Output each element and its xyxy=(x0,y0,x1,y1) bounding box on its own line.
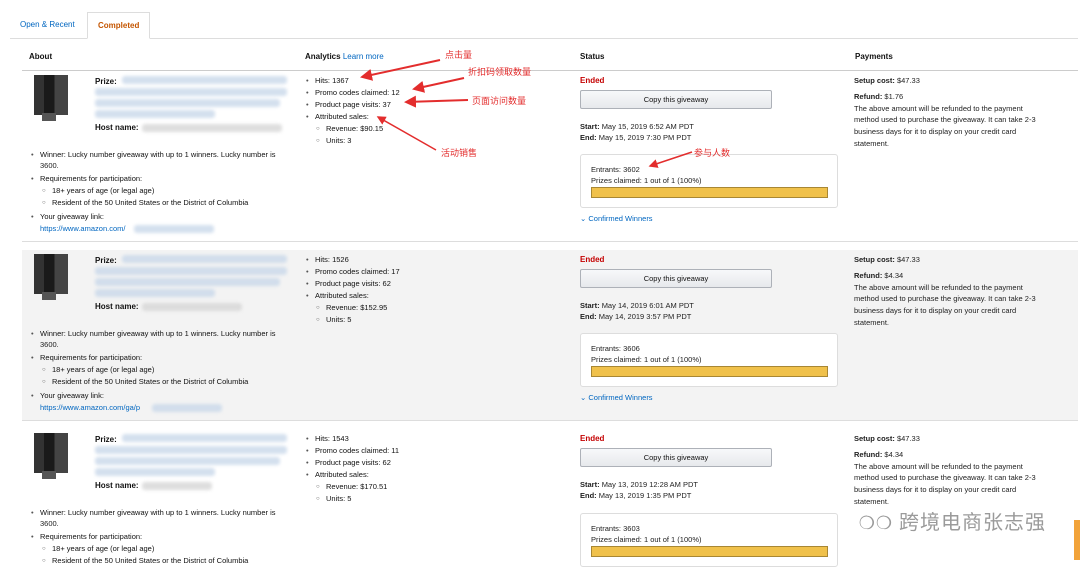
arrow-visits xyxy=(404,95,469,108)
annotation-visits: 页面访问数量 xyxy=(472,96,527,106)
arrow-hits xyxy=(360,59,441,81)
annotation-sales: 活动销售 xyxy=(441,148,478,158)
arrow-sales xyxy=(376,116,437,151)
arrow-promo xyxy=(412,77,465,93)
annotation-arrows xyxy=(360,59,693,168)
watermark: ❍❍ 跨境电商张志强 xyxy=(858,512,1046,534)
annotation-promo: 折扣码领取数量 xyxy=(468,67,532,77)
scroll-edge-tab xyxy=(1074,520,1080,560)
wechat-icon: ❍❍ xyxy=(858,513,893,533)
arrow-entrants xyxy=(648,151,693,168)
annotation-entrants: 参与人数 xyxy=(694,148,731,158)
annotation-hits: 点击量 xyxy=(445,50,473,60)
